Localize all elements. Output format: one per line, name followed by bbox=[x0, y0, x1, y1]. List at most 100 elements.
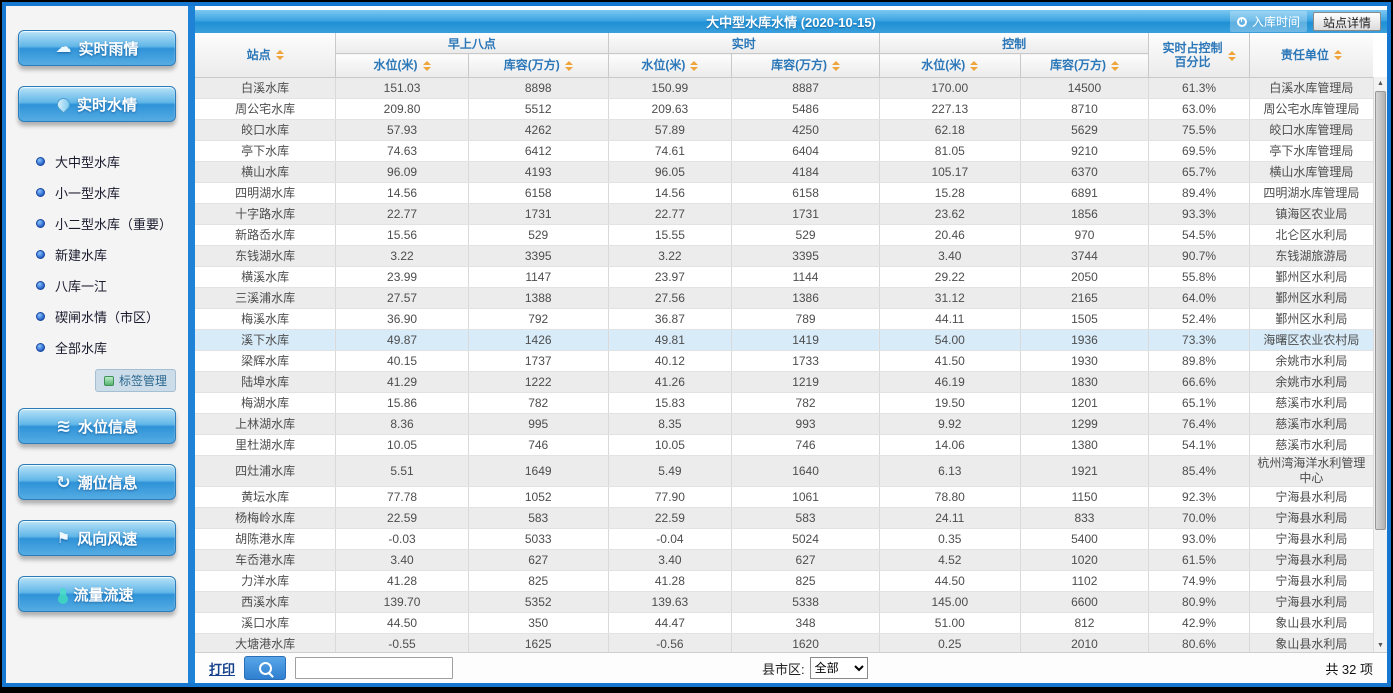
cell-station: 十字路水库 bbox=[195, 204, 336, 225]
cell-unit: 余姚市水利局 bbox=[1249, 351, 1373, 372]
cell-realtime-capacity: 1640 bbox=[732, 456, 880, 487]
table-row[interactable]: 四明湖水库14.566158 14.56615815.28 689189.4%四… bbox=[195, 183, 1373, 204]
cell-station: 里杜湖水库 bbox=[195, 435, 336, 456]
column-header-morning-capacity[interactable]: 库容(万方) bbox=[468, 54, 608, 78]
cell-realtime-capacity: 1144 bbox=[732, 267, 880, 288]
table-row[interactable]: 西溪水库139.705352 139.635338145.00 660080.9… bbox=[195, 592, 1373, 613]
station-detail-button[interactable]: 站点详情 bbox=[1313, 12, 1381, 31]
cell-control-level: 0.35 bbox=[879, 529, 1020, 550]
cell-control-capacity: 5400 bbox=[1020, 529, 1149, 550]
table-row[interactable]: 东钱湖水库3.223395 3.2233953.40 374490.7%东钱湖旅… bbox=[195, 246, 1373, 267]
table-row[interactable]: 梁辉水库40.151737 40.12173341.50 193089.8%余姚… bbox=[195, 351, 1373, 372]
cell-percent: 74.9% bbox=[1149, 571, 1250, 592]
column-header-control-level[interactable]: 水位(米) bbox=[879, 54, 1020, 78]
scrollbar-thumb[interactable] bbox=[1375, 91, 1386, 530]
sidebar-menu: 大中型水库 小一型水库 小二型水库（重要） 新建水库 八库一江 碶闸水情（市区）… bbox=[36, 152, 188, 356]
table-row[interactable]: 横溪水库23.991147 23.97114429.22 205055.8%鄞州… bbox=[195, 267, 1373, 288]
table-row[interactable]: 皎口水库57.934262 57.89425062.18 562975.5%皎口… bbox=[195, 120, 1373, 141]
cell-unit: 杭州湾海洋水利管理中心 bbox=[1249, 456, 1373, 487]
storage-time-button[interactable]: 入库时间 bbox=[1230, 11, 1307, 32]
sidebar-button-flow[interactable]: 流量流速 bbox=[18, 576, 176, 612]
sidebar-menu-item[interactable]: 八库一江 bbox=[36, 276, 188, 294]
group-header-control: 控制 bbox=[879, 33, 1148, 54]
cell-control-capacity: 1856 bbox=[1020, 204, 1149, 225]
sidebar-menu-item[interactable]: 大中型水库 bbox=[36, 152, 188, 170]
cell-control-level: 20.46 bbox=[879, 225, 1020, 246]
table-row[interactable]: 周公宅水库209.805512 209.635486227.13 871063.… bbox=[195, 99, 1373, 120]
sort-icon bbox=[970, 61, 978, 71]
search-button[interactable] bbox=[244, 656, 286, 680]
cell-realtime-capacity: 8887 bbox=[732, 78, 880, 99]
cell-percent: 89.8% bbox=[1149, 351, 1250, 372]
column-header-realtime-capacity[interactable]: 库容(万方) bbox=[732, 54, 880, 78]
column-header-percent[interactable]: 实时占控制 百分比 bbox=[1149, 33, 1250, 78]
sidebar: ☁ 实时雨情 实时水情 大中型水库 小一型水库 小二型水库（重要） 新建水库 八… bbox=[6, 6, 188, 683]
table-row[interactable]: 新路岙水库15.56529 15.5552920.46 97054.5%北仑区水… bbox=[195, 225, 1373, 246]
cell-control-level: 15.28 bbox=[879, 183, 1020, 204]
cell-control-capacity: 1930 bbox=[1020, 351, 1149, 372]
table-row[interactable]: 白溪水库151.038898 150.998887170.00 1450061.… bbox=[195, 78, 1373, 99]
cell-unit: 鄞州区水利局 bbox=[1249, 267, 1373, 288]
table-row[interactable]: 四灶浦水库5.511649 5.4916406.13 192185.4%杭州湾海… bbox=[195, 456, 1373, 487]
tag-manage-button[interactable]: 标签管理 bbox=[95, 369, 176, 392]
table-row[interactable]: 力洋水库41.28825 41.2882544.50 110274.9%宁海县水… bbox=[195, 571, 1373, 592]
sidebar-button-realtime-rain[interactable]: ☁ 实时雨情 bbox=[18, 30, 176, 66]
column-header-station[interactable]: 站点 bbox=[195, 33, 336, 78]
cell-percent: 42.9% bbox=[1149, 613, 1250, 634]
sidebar-button-water-level[interactable]: ≋ 水位信息 bbox=[18, 408, 176, 444]
sidebar-button-realtime-water[interactable]: 实时水情 bbox=[18, 86, 176, 122]
scroll-up-arrow[interactable]: ▲ bbox=[1374, 77, 1387, 90]
column-header-control-capacity[interactable]: 库容(万方) bbox=[1020, 54, 1149, 78]
table-row[interactable]: 黄坛水库77.781052 77.90106178.80 115092.3%宁海… bbox=[195, 487, 1373, 508]
sidebar-button-label: 潮位信息 bbox=[78, 472, 138, 493]
cell-realtime-capacity: 529 bbox=[732, 225, 880, 246]
cell-station: 溪口水库 bbox=[195, 613, 336, 634]
cell-control-level: 29.22 bbox=[879, 267, 1020, 288]
table-row[interactable]: 溪口水库44.50350 44.4734851.00 81242.9%象山县水利… bbox=[195, 613, 1373, 634]
cell-morning-level: 10.05 bbox=[336, 435, 469, 456]
cell-percent: 55.8% bbox=[1149, 267, 1250, 288]
column-header-unit[interactable]: 责任单位 bbox=[1249, 33, 1373, 78]
table-row[interactable]: 杨梅岭水库22.59583 22.5958324.11 83370.0%宁海县水… bbox=[195, 508, 1373, 529]
sidebar-menu-item[interactable]: 新建水库 bbox=[36, 245, 188, 263]
cell-realtime-capacity: 5024 bbox=[732, 529, 880, 550]
sidebar-menu-item[interactable]: 碶闸水情（市区） bbox=[36, 307, 188, 325]
cell-percent: 93.0% bbox=[1149, 529, 1250, 550]
cell-station: 梅溪水库 bbox=[195, 309, 336, 330]
table-row[interactable]: 亭下水库74.636412 74.61640481.05 921069.5%亭下… bbox=[195, 141, 1373, 162]
table-row[interactable]: 车岙港水库3.40627 3.406274.52 102061.5%宁海县水利局 bbox=[195, 550, 1373, 571]
cell-control-level: 170.00 bbox=[879, 78, 1020, 99]
table-row[interactable]: 梅湖水库15.86782 15.8378219.50 120165.1%慈溪市水… bbox=[195, 393, 1373, 414]
cell-morning-level: 139.70 bbox=[336, 592, 469, 613]
table-row[interactable]: 胡陈港水库-0.035033 -0.0450240.35 540093.0%宁海… bbox=[195, 529, 1373, 550]
column-header-realtime-level[interactable]: 水位(米) bbox=[608, 54, 732, 78]
table-row[interactable]: 里杜湖水库10.05746 10.0574614.06 138054.1%慈溪市… bbox=[195, 435, 1373, 456]
cell-control-level: 227.13 bbox=[879, 99, 1020, 120]
column-header-morning-level[interactable]: 水位(米) bbox=[336, 54, 469, 78]
table-row[interactable]: 大塘港水库-0.551625 -0.5616200.25 201080.6%象山… bbox=[195, 634, 1373, 653]
search-input[interactable] bbox=[295, 657, 453, 679]
sidebar-menu-item[interactable]: 小二型水库（重要） bbox=[36, 214, 188, 232]
cell-control-level: 54.00 bbox=[879, 330, 1020, 351]
sidebar-button-tide-level[interactable]: ↻ 潮位信息 bbox=[18, 464, 176, 500]
table-row[interactable]: 横山水库96.094193 96.054184105.17 637065.7%横… bbox=[195, 162, 1373, 183]
cell-control-capacity: 14500 bbox=[1020, 78, 1149, 99]
sidebar-menu-item[interactable]: 小一型水库 bbox=[36, 183, 188, 201]
print-link[interactable]: 打印 bbox=[209, 659, 235, 678]
county-select[interactable]: 全部 bbox=[810, 657, 868, 679]
table-row[interactable]: 上林湖水库8.36995 8.359939.92 129976.4%慈溪市水利局 bbox=[195, 414, 1373, 435]
cell-control-level: 46.19 bbox=[879, 372, 1020, 393]
table-row[interactable]: 梅溪水库36.90792 36.8778944.11 150552.4%鄞州区水… bbox=[195, 309, 1373, 330]
table-row[interactable]: 陆埠水库41.291222 41.26121946.19 183066.6%余姚… bbox=[195, 372, 1373, 393]
sidebar-menu-item[interactable]: 全部水库 bbox=[36, 338, 188, 356]
scroll-down-arrow[interactable]: ▼ bbox=[1374, 639, 1387, 652]
table-row[interactable]: 溪下水库49.871426 49.81141954.00 193673.3%海曙… bbox=[195, 330, 1373, 351]
sidebar-button-wind[interactable]: ⚑ 风向风速 bbox=[18, 520, 176, 556]
cell-station: 亭下水库 bbox=[195, 141, 336, 162]
table-row[interactable]: 十字路水库22.771731 22.77173123.62 185693.3%镇… bbox=[195, 204, 1373, 225]
table-row[interactable]: 三溪浦水库27.571388 27.56138631.12 216564.0%鄞… bbox=[195, 288, 1373, 309]
vertical-scrollbar[interactable]: ▲ ▼ bbox=[1373, 77, 1387, 652]
cell-percent: 54.1% bbox=[1149, 435, 1250, 456]
cell-realtime-capacity: 1733 bbox=[732, 351, 880, 372]
sort-icon bbox=[1334, 50, 1342, 60]
